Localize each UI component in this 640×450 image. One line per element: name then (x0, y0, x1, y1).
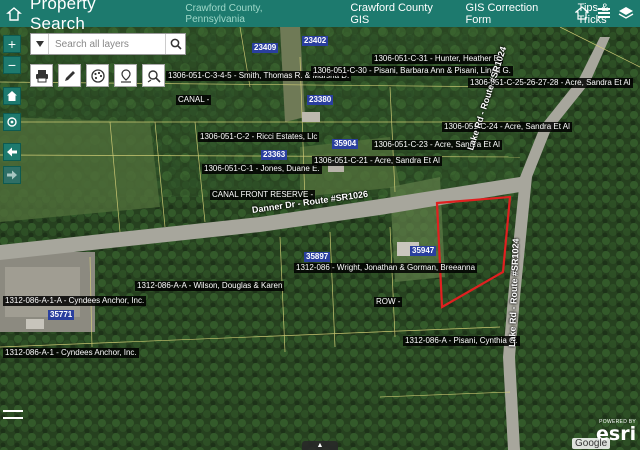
address-badge: 23402 (302, 36, 329, 46)
map-tool-row (30, 64, 165, 87)
identify-button[interactable] (142, 64, 165, 87)
palette-icon (90, 68, 105, 83)
search-icon (170, 38, 182, 50)
parcel-label[interactable]: CANAL - (176, 95, 212, 105)
parcel-label[interactable]: 1312-086-A-1-A - Cyndees Anchor, Inc. (3, 296, 147, 306)
chevron-down-icon (35, 41, 44, 47)
app-header: Property Search Crawford County, Pennsyl… (0, 0, 640, 33)
draw-button[interactable] (58, 64, 81, 87)
parcel-label[interactable]: 1306-051-C-2 - Ricci Estates, Llc (198, 132, 320, 142)
address-badge: 35771 (48, 310, 75, 320)
measure-icon (120, 68, 131, 83)
print-icon (35, 69, 48, 82)
search-button[interactable] (165, 34, 185, 54)
address-badge: 23409 (252, 43, 279, 53)
parcel-label[interactable]: 1306-051-C-21 - Acre, Sandra Et Al (312, 156, 442, 166)
back-arrow-icon (7, 147, 17, 157)
search-source-dropdown[interactable] (31, 34, 49, 54)
list-icon[interactable] (594, 3, 614, 23)
map-view[interactable]: 1306-051-C-3-4-5 - Smith, Thomas R. & Ma… (0, 27, 640, 450)
home-icon (7, 91, 17, 101)
forward-arrow-icon (7, 170, 17, 180)
zoom-in-button[interactable]: + (3, 35, 21, 53)
address-badge: 35897 (304, 252, 331, 262)
address-badge: 35947 (410, 246, 437, 256)
nav-link-correction-form[interactable]: GIS Correction Form (466, 2, 567, 26)
print-button[interactable] (30, 64, 53, 87)
house-logo-icon[interactable] (4, 4, 24, 24)
app-title: Property Search (29, 0, 96, 33)
draw-pencil-icon (64, 70, 75, 81)
parcel-label[interactable]: 1312-086-A - Pisani, Cynthia G. (403, 336, 520, 346)
layers-icon[interactable] (616, 3, 636, 23)
basemap-button[interactable] (86, 64, 109, 87)
parcel-label[interactable]: 1306-051-C-24 - Acre, Sandra Et Al (442, 122, 572, 132)
parcel-label[interactable]: 1306-051-C-23 - Acre, Sandra Et Al (372, 140, 502, 150)
address-badge: 23380 (307, 95, 334, 105)
home-outline-icon[interactable] (572, 3, 592, 23)
parcel-label[interactable]: 1306-051-C-1 - Jones, Duane E. (202, 164, 322, 174)
attribute-panel-toggle[interactable]: ▲ (302, 441, 338, 450)
aerial-imagery (0, 27, 640, 450)
parcel-label[interactable]: 1312-086-A-1 - Cyndees Anchor, Inc. (3, 348, 139, 358)
locate-icon (7, 117, 17, 127)
parcel-label[interactable]: 1312-086-A-A - Wilson, Douglas & Karen (135, 281, 285, 291)
search-bar: Search all layers (30, 33, 186, 55)
zoom-out-button[interactable]: − (3, 56, 21, 74)
measure-button[interactable] (114, 64, 137, 87)
back-button[interactable] (3, 143, 21, 161)
address-badge: 23363 (261, 150, 288, 160)
google-attribution: Google (572, 438, 611, 449)
parcel-label[interactable]: 1306-051-C-30 - Pisani, Barbara Ann & Pi… (311, 66, 513, 76)
locate-button[interactable] (3, 113, 21, 131)
search-input[interactable]: Search all layers (49, 39, 165, 50)
app-subtitle: Crawford County, Pennsylvania (185, 2, 263, 25)
parcel-label[interactable]: ROW - (374, 297, 403, 307)
scale-bar (3, 408, 25, 425)
parcel-label[interactable]: 1312-086 - Wright, Jonathan & Gorman, Br… (294, 263, 478, 273)
parcel-label[interactable]: 1306-051-C-31 - Hunter, Heather E. (372, 54, 504, 64)
address-badge: 35904 (332, 139, 359, 149)
identify-icon (147, 69, 161, 83)
forward-button[interactable] (3, 166, 21, 184)
nav-link-county-gis[interactable]: Crawford County GIS (350, 2, 454, 26)
home-button[interactable] (3, 87, 21, 105)
